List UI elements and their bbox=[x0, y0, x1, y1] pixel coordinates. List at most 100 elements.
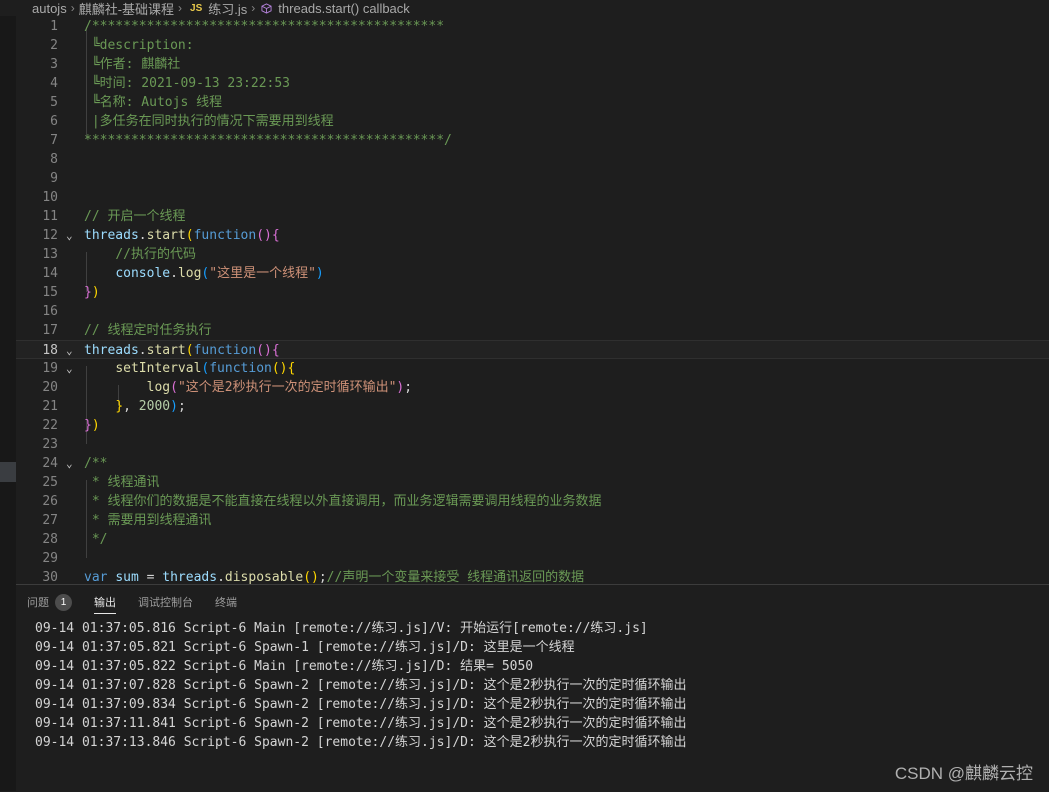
code-token: ( bbox=[185, 228, 194, 243]
code-line[interactable]: 20 log("这个是2秒执行一次的定时循环输出"); bbox=[16, 378, 1049, 397]
code-text: * 线程你们的数据是不能直接在线程以外直接调用，而业务逻辑需要调用线程的业务数据 bbox=[84, 492, 602, 511]
code-token: 2000 bbox=[138, 399, 171, 414]
code-token: ; bbox=[318, 570, 327, 584]
code-editor[interactable]: 1/**************************************… bbox=[16, 16, 1049, 584]
panel-tab[interactable]: 调试控制台 bbox=[127, 585, 204, 619]
line-number: 1 bbox=[50, 19, 58, 34]
breadcrumb-symbol[interactable]: threads.start() callback bbox=[276, 1, 412, 16]
line-number: 10 bbox=[42, 190, 58, 205]
code-token: function bbox=[209, 361, 272, 376]
fold-chevron-icon[interactable]: ⌄ bbox=[66, 454, 78, 473]
code-line[interactable]: 26 * 线程你们的数据是不能直接在线程以外直接调用，而业务逻辑需要调用线程的业… bbox=[16, 492, 1049, 511]
code-line[interactable]: 21 }, 2000); bbox=[16, 397, 1049, 416]
code-line[interactable]: 6 |多任务在同时执行的情况下需要用到线程 bbox=[16, 112, 1049, 131]
breadcrumb-course[interactable]: 麒麟社-基础课程 bbox=[77, 0, 176, 18]
code-token: log bbox=[146, 380, 171, 395]
code-line[interactable]: 17 // 线程定时任务执行 bbox=[16, 321, 1049, 340]
code-line[interactable]: 23 bbox=[16, 435, 1049, 454]
code-text: threads.start(function(){ bbox=[84, 226, 280, 245]
code-text: /***************************************… bbox=[84, 17, 444, 36]
code-line[interactable]: 13 //执行的代码 bbox=[16, 245, 1049, 264]
code-token: . bbox=[217, 570, 225, 584]
line-number: 30 bbox=[42, 570, 58, 584]
code-token: * 线程通讯 bbox=[84, 475, 160, 490]
code-line[interactable]: 7 ***************************************… bbox=[16, 131, 1049, 150]
code-token: "这个是2秒执行一次的定时循环输出" bbox=[177, 380, 397, 395]
code-token: console bbox=[115, 266, 171, 281]
code-line[interactable]: 5 ╚名称: Autojs 线程 bbox=[16, 93, 1049, 112]
panel-tab[interactable]: 终端 bbox=[204, 585, 248, 619]
code-text: ****************************************… bbox=[84, 131, 452, 150]
output-log[interactable]: 09-14 01:37:05.816 Script-6 Main [remote… bbox=[35, 619, 686, 752]
code-token: * 需要用到线程通讯 bbox=[84, 513, 212, 528]
code-token: setInterval bbox=[115, 361, 202, 376]
line-number: 4 bbox=[50, 76, 58, 91]
code-line[interactable]: 2 ╚description: bbox=[16, 36, 1049, 55]
code-token: */ bbox=[84, 532, 108, 547]
code-token: ( bbox=[185, 343, 194, 358]
code-line[interactable]: 16 bbox=[16, 302, 1049, 321]
code-token: |多任务在同时执行的情况下需要用到线程 bbox=[84, 114, 334, 129]
code-line[interactable]: 30 var sum = threads.disposable();//声明一个变… bbox=[16, 568, 1049, 584]
code-line[interactable]: 25 * 线程通讯 bbox=[16, 473, 1049, 492]
code-line[interactable]: 12 ⌄ threads.start(function(){ bbox=[16, 226, 1049, 245]
code-line[interactable]: 3 ╚作者: 麒麟社 bbox=[16, 55, 1049, 74]
code-text: }) bbox=[84, 283, 100, 302]
code-line[interactable]: 8 bbox=[16, 150, 1049, 169]
panel-tab-label: 调试控制台 bbox=[138, 597, 193, 609]
fold-chevron-icon[interactable]: ⌄ bbox=[66, 226, 78, 245]
code-line[interactable]: 15}) bbox=[16, 283, 1049, 302]
code-token: function bbox=[193, 228, 257, 243]
panel-tab[interactable]: 问题 1 bbox=[16, 585, 83, 619]
code-token: () bbox=[303, 570, 319, 584]
code-line[interactable]: 24 ⌄ /** bbox=[16, 454, 1049, 473]
line-number: 12 bbox=[42, 228, 58, 243]
code-token: ╚description: bbox=[84, 38, 194, 53]
code-line[interactable]: 10 bbox=[16, 188, 1049, 207]
code-line[interactable]: 14 console.log("这里是一个线程") bbox=[16, 264, 1049, 283]
code-token: /** bbox=[84, 456, 108, 471]
code-token: ****************************************… bbox=[84, 133, 452, 148]
line-number: 22 bbox=[42, 418, 58, 433]
code-line[interactable]: 22}) bbox=[16, 416, 1049, 435]
code-line[interactable]: 4 ╚时间: 2021-09-13 23:22:53 bbox=[16, 74, 1049, 93]
code-token: ) bbox=[170, 399, 178, 414]
code-token: // 线程定时任务执行 bbox=[84, 323, 212, 338]
line-number: 27 bbox=[42, 513, 58, 528]
fold-chevron-icon[interactable]: ⌄ bbox=[66, 341, 78, 360]
line-number: 18 bbox=[42, 343, 58, 358]
line-number: 29 bbox=[42, 551, 58, 566]
breadcrumb-file[interactable]: 练习.js bbox=[206, 0, 249, 18]
code-line[interactable]: 9 bbox=[16, 169, 1049, 188]
line-number: 16 bbox=[42, 304, 58, 319]
code-token: /***************************************… bbox=[84, 19, 445, 34]
line-number: 5 bbox=[50, 95, 58, 110]
code-token: ) bbox=[315, 266, 324, 281]
code-line[interactable]: 11 // 开启一个线程 bbox=[16, 207, 1049, 226]
panel-tab[interactable]: 输出 bbox=[83, 585, 127, 619]
line-number: 23 bbox=[42, 437, 58, 452]
code-line[interactable]: 1 /**************************************… bbox=[16, 17, 1049, 36]
code-token: //执行的代码 bbox=[115, 247, 196, 262]
code-token: start bbox=[146, 228, 186, 243]
code-text: log("这个是2秒执行一次的定时循环输出"); bbox=[84, 378, 412, 397]
code-token: . bbox=[138, 343, 147, 358]
code-text: // 线程定时任务执行 bbox=[84, 321, 211, 340]
code-line[interactable]: 29 bbox=[16, 549, 1049, 568]
fold-chevron-icon[interactable]: ⌄ bbox=[66, 359, 78, 378]
breadcrumb: autojs › 麒麟社-基础课程 › JS 练习.js › threads.s… bbox=[0, 0, 1049, 18]
bottom-panel: 问题 1 输出 调试控制台 终端 09-14 01:37:05.816 Script-6… bbox=[16, 584, 1049, 792]
code-token: { bbox=[271, 228, 280, 243]
code-line[interactable]: 19 ⌄ setInterval(function(){ bbox=[16, 359, 1049, 378]
code-token: var bbox=[84, 570, 108, 584]
code-line[interactable]: 18 ⌄ threads.start(function(){ bbox=[16, 340, 1049, 359]
code-token: threads bbox=[162, 570, 218, 584]
breadcrumb-folder[interactable]: autojs bbox=[0, 1, 69, 16]
code-token: sum bbox=[115, 570, 139, 584]
problems-count-badge: 1 bbox=[55, 593, 72, 611]
code-line[interactable]: 28 */ bbox=[16, 530, 1049, 549]
code-line[interactable]: 27 * 需要用到线程通讯 bbox=[16, 511, 1049, 530]
